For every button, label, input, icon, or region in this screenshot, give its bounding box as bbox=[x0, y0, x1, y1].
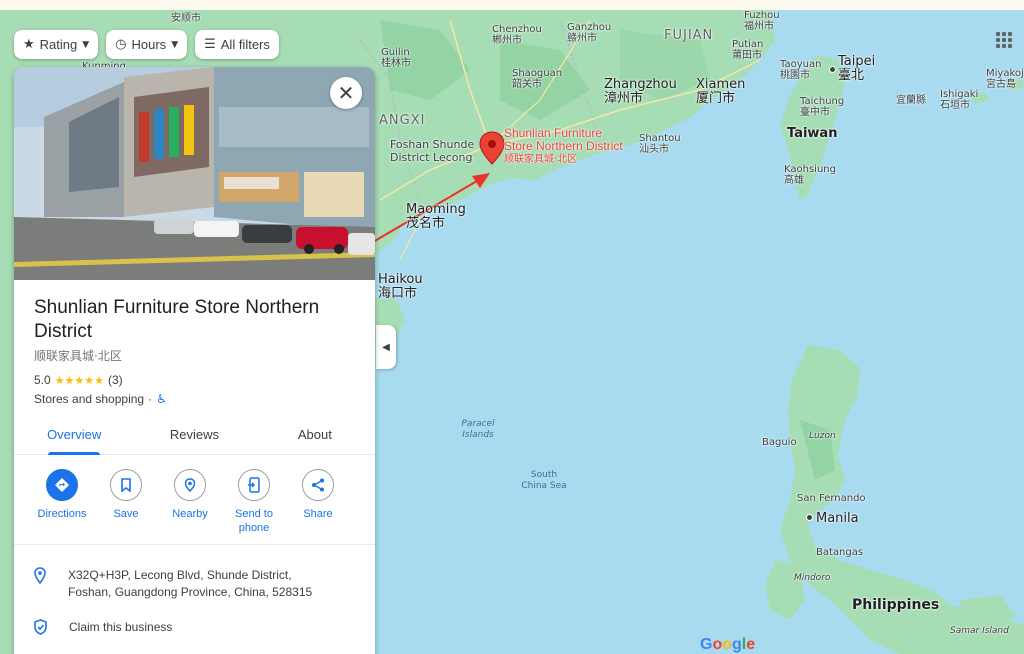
nearby-button[interactable]: Nearby bbox=[158, 469, 222, 535]
share-button[interactable]: Share bbox=[286, 469, 350, 535]
clock-icon: ◷ bbox=[115, 37, 127, 52]
rating-filter-chip[interactable]: ★ Rating ▼ bbox=[14, 30, 99, 59]
dropdown-arrow-icon: ▼ bbox=[82, 39, 90, 50]
hours-filter-label: Hours bbox=[131, 37, 167, 52]
map-label-batangas: Batangas bbox=[816, 547, 864, 558]
share-label: Share bbox=[303, 508, 333, 520]
review-count[interactable]: (3) bbox=[108, 373, 123, 387]
action-bar: Directions Save Nearby Send to phone Sha… bbox=[30, 469, 370, 535]
place-panel: ✕ Shunlian Furniture Store Northern Dist… bbox=[14, 67, 375, 654]
close-button[interactable]: ✕ bbox=[330, 77, 362, 109]
map-label-miyako: Miyakoj 宮古島 bbox=[986, 68, 1024, 90]
filter-bar: ★ Rating ▼ ◷ Hours ▼ ☰ All filters bbox=[14, 30, 279, 59]
map-label-shantou: Shantou 汕头市 bbox=[639, 133, 681, 155]
map-label-taoyuan: Taoyuan 桃園市 bbox=[780, 59, 822, 81]
all-filters-chip[interactable]: ☰ All filters bbox=[195, 30, 279, 59]
manila-dot bbox=[806, 514, 813, 521]
map-label-baguio: Baguio bbox=[762, 437, 797, 448]
map-label-taiwan: Taiwan bbox=[787, 126, 838, 141]
address-row[interactable]: X32Q+H3P, Lecong Blvd, Shunde District, … bbox=[34, 567, 328, 601]
map-label-manila: Manila bbox=[816, 511, 859, 526]
rating-filter-label: Rating bbox=[39, 37, 78, 52]
storefront-image bbox=[14, 67, 375, 280]
map-label-ishigaki: Ishigaki 石垣市 bbox=[940, 89, 979, 111]
map-label-anshun: 安顺市 bbox=[171, 13, 201, 24]
wheelchair-icon[interactable]: ♿ bbox=[156, 392, 167, 406]
map-label-fuzhou: Fuzhou 福州市 bbox=[744, 10, 780, 32]
map-label-maoming: Maoming 茂名市 bbox=[406, 202, 466, 231]
map-label-xiamen: Xiamen 厦门市 bbox=[696, 77, 746, 106]
google-logo: Google bbox=[700, 636, 756, 653]
all-filters-label: All filters bbox=[220, 37, 270, 52]
map-label-luzon: Luzon bbox=[809, 431, 836, 441]
tab-overview[interactable]: Overview bbox=[14, 415, 134, 455]
place-tabs: Overview Reviews About bbox=[14, 415, 375, 455]
map-label-taichung: Taichung 臺中市 bbox=[800, 96, 845, 118]
location-pin-icon bbox=[34, 567, 46, 584]
map-label-samar: Samar Island bbox=[950, 626, 1009, 636]
star-icon: ★ bbox=[23, 37, 35, 52]
section-divider bbox=[14, 544, 375, 545]
rating-stars: ★★★★★ bbox=[54, 373, 104, 387]
send-to-phone-label: Send to phone bbox=[235, 508, 273, 534]
directions-button[interactable]: Directions bbox=[30, 469, 94, 535]
hours-filter-chip[interactable]: ◷ Hours ▼ bbox=[106, 30, 188, 59]
map-label-mindoro: Mindoro bbox=[794, 573, 831, 583]
map-label-guangxi: ANGXI bbox=[379, 113, 426, 128]
map-label-taipei: Taipei 臺北 bbox=[838, 54, 876, 83]
map-label-kaohsiung: Kaohsiung 高雄 bbox=[784, 164, 836, 186]
map-label-haikou: Haikou 海口市 bbox=[378, 272, 423, 301]
map-label-putian: Putian 莆田市 bbox=[732, 39, 764, 61]
place-photo[interactable]: ✕ bbox=[14, 67, 375, 280]
map-label-paracel: Paracel Islands bbox=[461, 419, 495, 440]
map-label-fujian: FUJIAN bbox=[664, 28, 714, 43]
map-label-zhangzhou: Zhangzhou 漳州市 bbox=[604, 77, 677, 106]
rating-value: 5.0 bbox=[34, 373, 51, 387]
taipei-dot bbox=[829, 66, 836, 73]
tune-icon: ☰ bbox=[204, 37, 216, 52]
map-label-shaoguan: Shaoguan 韶关市 bbox=[512, 68, 563, 90]
map-label-ganzhou: Ganzhou 赣州市 bbox=[567, 22, 612, 44]
nearby-icon bbox=[174, 469, 206, 501]
share-icon bbox=[302, 469, 334, 501]
shield-icon bbox=[34, 619, 47, 635]
category-row: Stores and shopping · ♿ bbox=[34, 392, 167, 406]
directions-icon bbox=[46, 469, 78, 501]
save-button[interactable]: Save bbox=[94, 469, 158, 535]
rating-row[interactable]: 5.0 ★★★★★ (3) bbox=[34, 373, 123, 387]
map-label-guilin: Guilin 桂林市 bbox=[381, 47, 411, 69]
map-label-yilan: 宜蘭縣 bbox=[896, 95, 926, 106]
bookmark-icon bbox=[110, 469, 142, 501]
dropdown-arrow-icon: ▼ bbox=[171, 39, 179, 50]
map-label-philippines: Philippines bbox=[852, 597, 940, 613]
map-label-south-china-sea: South China Sea bbox=[521, 470, 567, 491]
tab-about[interactable]: About bbox=[255, 415, 375, 454]
google-apps-icon[interactable] bbox=[996, 32, 1012, 48]
place-title-zh: 顺联家具城·北区 bbox=[34, 349, 122, 363]
place-title: Shunlian Furniture Store Northern Distri… bbox=[34, 297, 320, 342]
claim-business-row[interactable]: Claim this business bbox=[34, 619, 172, 636]
send-to-phone-icon bbox=[238, 469, 270, 501]
map-label-foshan: Foshan Shunde District Lecong bbox=[390, 138, 475, 164]
address-text: X32Q+H3P, Lecong Blvd, Shunde District, … bbox=[68, 568, 313, 599]
send-to-phone-button[interactable]: Send to phone bbox=[222, 469, 286, 535]
map-pin-label[interactable]: Shunlian Furniture Store Northern Distri… bbox=[504, 127, 634, 166]
tab-reviews[interactable]: Reviews bbox=[134, 415, 254, 454]
category-label[interactable]: Stores and shopping bbox=[34, 392, 144, 406]
save-label: Save bbox=[113, 508, 139, 520]
claim-business-text: Claim this business bbox=[69, 620, 173, 634]
map-label-san-fernando: San Fernando bbox=[797, 493, 866, 504]
map-label-chenzhou: Chenzhou 郴州市 bbox=[492, 24, 542, 46]
nearby-label: Nearby bbox=[172, 508, 208, 520]
collapse-panel-button[interactable]: ◀ bbox=[376, 325, 396, 369]
directions-label: Directions bbox=[37, 508, 87, 520]
